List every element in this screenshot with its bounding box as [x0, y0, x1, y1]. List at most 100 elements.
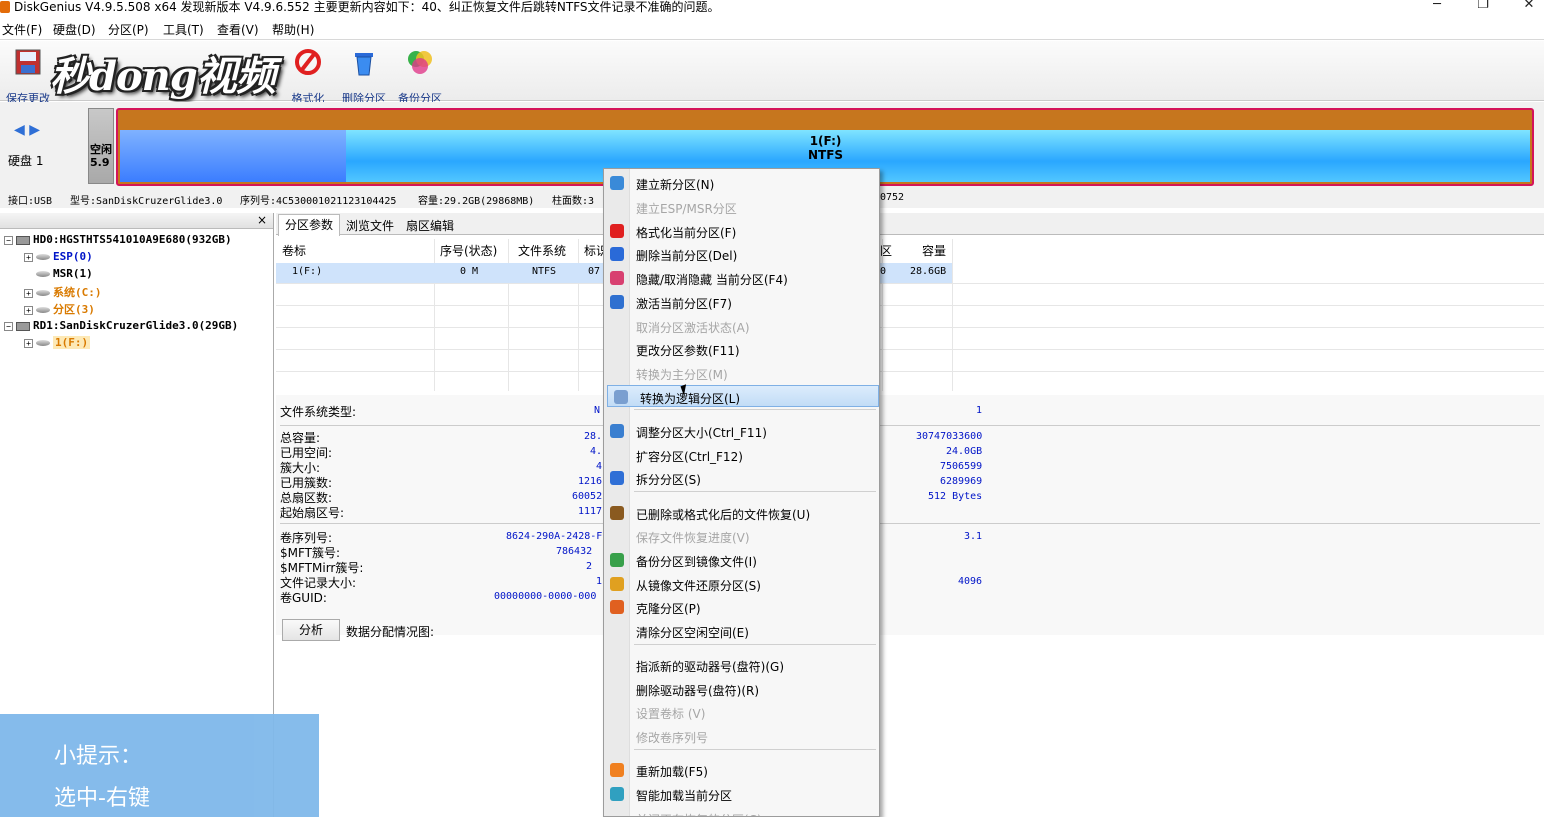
- maximize-button[interactable]: ❐: [1468, 0, 1498, 14]
- save-icon: [15, 49, 41, 75]
- disk-icon: [16, 235, 30, 245]
- menu-file[interactable]: 文件(F): [2, 21, 42, 38]
- close-button[interactable]: ✕: [1514, 0, 1544, 14]
- minimize-button[interactable]: ─: [1422, 0, 1452, 14]
- resize-icon: [610, 424, 624, 438]
- delete-partition-button[interactable]: 删除分区: [338, 47, 390, 105]
- allocation-map-label: 数据分配情况图:: [346, 625, 435, 639]
- col-capacity[interactable]: 容量: [922, 242, 946, 259]
- tree-item-msr[interactable]: MSR(1): [36, 267, 93, 280]
- total-sectors-value: 60052: [572, 491, 603, 502]
- context-menu-item[interactable]: 备份分区到镜像文件(I): [604, 549, 879, 571]
- row-id: 07: [588, 266, 601, 277]
- used-clusters-value: 1216: [578, 476, 603, 487]
- menu-separator: [634, 644, 876, 645]
- context-menu-label: 指派新的驱动器号(盘符)(G): [636, 660, 785, 674]
- convert-logical-icon: [614, 390, 628, 404]
- context-menu-label: 修改卷序列号: [636, 731, 709, 745]
- collapse-icon[interactable]: −: [4, 235, 13, 245]
- menu-partition[interactable]: 分区(P): [108, 21, 149, 38]
- col-label[interactable]: 卷标: [282, 242, 306, 259]
- r-used-clusters-value: 6289969: [940, 476, 983, 487]
- activate-icon: [610, 295, 624, 309]
- smart-load-icon: [610, 787, 624, 801]
- r-total-value: 30747033600: [916, 431, 983, 442]
- info-capacity: 容量:29.2GB(29868MB): [418, 196, 535, 207]
- context-menu-item: 建立ESP/MSR分区: [604, 196, 879, 218]
- format-icon: [610, 224, 624, 238]
- partition-icon: [36, 340, 50, 346]
- context-menu-item[interactable]: 建立新分区(N): [604, 172, 879, 194]
- free-size: 5.9: [90, 156, 110, 169]
- context-menu-item[interactable]: 转换为逻辑分区(L): [607, 385, 879, 407]
- tree-header: ×: [0, 213, 273, 229]
- context-menu-label: 保存文件恢复进度(V): [636, 531, 750, 545]
- context-menu-item[interactable]: 隐藏/取消隐藏 当前分区(F4): [604, 267, 879, 289]
- context-menu-label: 智能加载当前分区: [636, 789, 733, 803]
- tree-item-esp[interactable]: + ESP(0): [24, 250, 93, 263]
- menu-tools[interactable]: 工具(T): [163, 21, 204, 38]
- expand-icon[interactable]: +: [24, 252, 33, 262]
- tree-label: 系统(C:): [53, 286, 102, 299]
- reload-icon: [610, 763, 624, 777]
- tree-item-system[interactable]: + 系统(C:): [24, 284, 102, 300]
- context-menu-item[interactable]: 重新加载(F5): [604, 759, 879, 781]
- r-index-value: 4096: [958, 576, 983, 587]
- context-menu-item[interactable]: 从镜像文件还原分区(S): [604, 573, 879, 595]
- tree-label: HD0:HGSTHTS541010A9E680(932GB): [33, 233, 232, 246]
- r-version-value: 3.1: [964, 531, 983, 542]
- context-menu-item[interactable]: 拆分分区(S): [604, 467, 879, 489]
- tab-partition-params[interactable]: 分区参数: [278, 214, 341, 236]
- context-menu-item[interactable]: 已删除或格式化后的文件恢复(U): [604, 502, 879, 524]
- tree-item-f[interactable]: +1(F:): [24, 336, 91, 349]
- restore-image-icon: [610, 577, 624, 591]
- context-menu-label: 扩容分区(Ctrl_F12): [636, 450, 743, 464]
- context-menu-item[interactable]: 调整分区大小(Ctrl_F11): [604, 420, 879, 442]
- context-menu-item[interactable]: 格式化当前分区(F): [604, 220, 879, 242]
- tree-item-rd1[interactable]: − RD1:SanDiskCruzerGlide3.0(29GB): [4, 319, 238, 332]
- col-index[interactable]: 序号(状态): [440, 242, 497, 259]
- expand-icon[interactable]: +: [24, 288, 33, 298]
- tab-sector-editor[interactable]: 扇区编辑: [400, 216, 460, 235]
- context-menu-item[interactable]: 指派新的驱动器号(盘符)(G): [604, 654, 879, 676]
- col-fs[interactable]: 文件系统: [518, 242, 566, 259]
- format-icon: [295, 49, 321, 75]
- context-menu-item[interactable]: 删除当前分区(Del): [604, 243, 879, 265]
- context-menu-item[interactable]: 删除驱动器号(盘符)(R): [604, 678, 879, 700]
- tree-label: ESP(0): [53, 250, 93, 263]
- context-menu-item[interactable]: 激活当前分区(F7): [604, 291, 879, 313]
- hide-icon: [610, 271, 624, 285]
- context-menu-item[interactable]: 清除分区空闲空间(E): [604, 620, 879, 642]
- fs-type-value: N: [594, 405, 601, 416]
- split-icon: [610, 471, 624, 485]
- expand-icon[interactable]: +: [24, 338, 33, 348]
- menu-help[interactable]: 帮助(H): [272, 21, 314, 38]
- format-button[interactable]: 格式化: [282, 47, 334, 105]
- context-menu-item[interactable]: 扩容分区(Ctrl_F12): [604, 444, 879, 466]
- tree-item-hd0[interactable]: − HD0:HGSTHTS541010A9E680(932GB): [4, 233, 232, 246]
- menu-disk[interactable]: 硬盘(D): [53, 21, 96, 38]
- collapse-icon[interactable]: −: [4, 321, 13, 331]
- context-menu-item[interactable]: 智能加载当前分区: [604, 783, 879, 805]
- backup-partition-button[interactable]: 备份分区: [394, 47, 446, 105]
- disk-nav-arrows[interactable]: ◀ ▶: [14, 122, 40, 138]
- tree-item-part3[interactable]: + 分区(3): [24, 301, 95, 317]
- menu-view[interactable]: 查看(V): [217, 21, 259, 38]
- disk-icon: [16, 321, 30, 331]
- tip-overlay: 小提示： 选中-右键: [0, 714, 319, 817]
- context-menu-label: 调整分区大小(Ctrl_F11): [636, 426, 767, 440]
- window-title: DiskGenius V4.9.5.508 x64 发现新版本 V4.9.6.5…: [14, 0, 720, 14]
- save-changes-button[interactable]: 保存更改: [2, 47, 54, 105]
- context-menu-label: 格式化当前分区(F): [636, 226, 737, 240]
- free-space-block[interactable]: 空闲 5.9: [88, 108, 114, 184]
- used-value: 4.: [590, 446, 603, 457]
- partition-icon: [36, 307, 50, 313]
- context-menu-item[interactable]: 更改分区参数(F11): [604, 338, 879, 360]
- tab-browse-files[interactable]: 浏览文件: [340, 216, 400, 235]
- close-icon[interactable]: ×: [257, 213, 267, 227]
- record-size-value: 1: [596, 576, 603, 587]
- context-menu-item[interactable]: 克隆分区(P): [604, 596, 879, 618]
- context-menu-label: 建立新分区(N): [636, 178, 715, 192]
- expand-icon[interactable]: +: [24, 305, 33, 315]
- analyze-button[interactable]: 分析: [282, 619, 340, 641]
